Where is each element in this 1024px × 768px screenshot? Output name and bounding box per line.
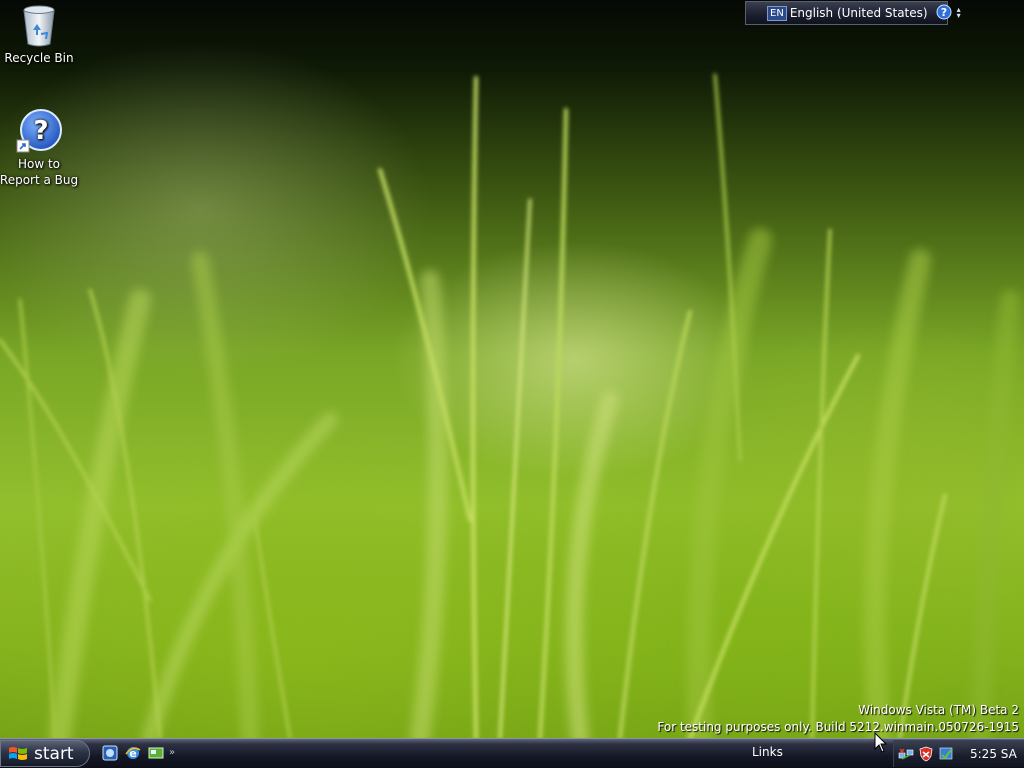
quick-launch-chevron-icon[interactable]: » xyxy=(169,743,179,763)
help-question-icon: ? xyxy=(16,109,62,153)
system-clock[interactable]: 5:25 SA xyxy=(970,747,1017,761)
wallpaper-grass xyxy=(0,73,1020,738)
start-button[interactable]: start xyxy=(0,740,90,767)
windows-media-icon[interactable] xyxy=(100,743,120,763)
build-watermark: Windows Vista (TM) Beta 2 For testing pu… xyxy=(657,702,1019,736)
start-label: start xyxy=(34,743,74,764)
svg-text:?: ? xyxy=(33,116,48,146)
recycle-bin-shortcut[interactable]: Recycle Bin xyxy=(0,4,79,66)
language-name[interactable]: English (United States) xyxy=(790,6,928,20)
help-icon[interactable]: ? xyxy=(936,4,952,23)
mouse-cursor-icon xyxy=(874,732,888,753)
report-bug-label-line1: How to xyxy=(17,157,61,171)
links-toolbar[interactable]: Links xyxy=(752,745,783,759)
language-bar[interactable]: EN English (United States) ? ▴ ▾ xyxy=(745,1,961,25)
taskbar: start e » Links 5:25 SA xyxy=(0,738,1024,768)
options-arrows-icon[interactable]: ▴ ▾ xyxy=(957,6,961,20)
network-icon[interactable] xyxy=(898,746,914,762)
update-icon[interactable] xyxy=(938,746,954,762)
svg-text:?: ? xyxy=(940,6,946,19)
language-code[interactable]: EN xyxy=(767,5,787,21)
notification-area: 5:25 SA xyxy=(893,740,1024,767)
quick-launch-toolbar: e » xyxy=(100,743,179,763)
windows-flag-icon xyxy=(9,746,27,760)
show-desktop-icon[interactable] xyxy=(146,743,166,763)
watermark-build: For testing purposes only. Build 5212.wi… xyxy=(657,720,1019,734)
security-shield-icon[interactable] xyxy=(918,746,934,762)
report-bug-shortcut[interactable]: ? How to Report a Bug xyxy=(0,108,79,188)
watermark-version: Windows Vista (TM) Beta 2 xyxy=(858,703,1019,717)
internet-explorer-icon[interactable]: e xyxy=(123,743,143,763)
report-bug-label-line2: Report a Bug xyxy=(0,173,79,187)
recycle-bin-label: Recycle Bin xyxy=(4,51,74,65)
recycle-bin-icon xyxy=(23,5,55,47)
